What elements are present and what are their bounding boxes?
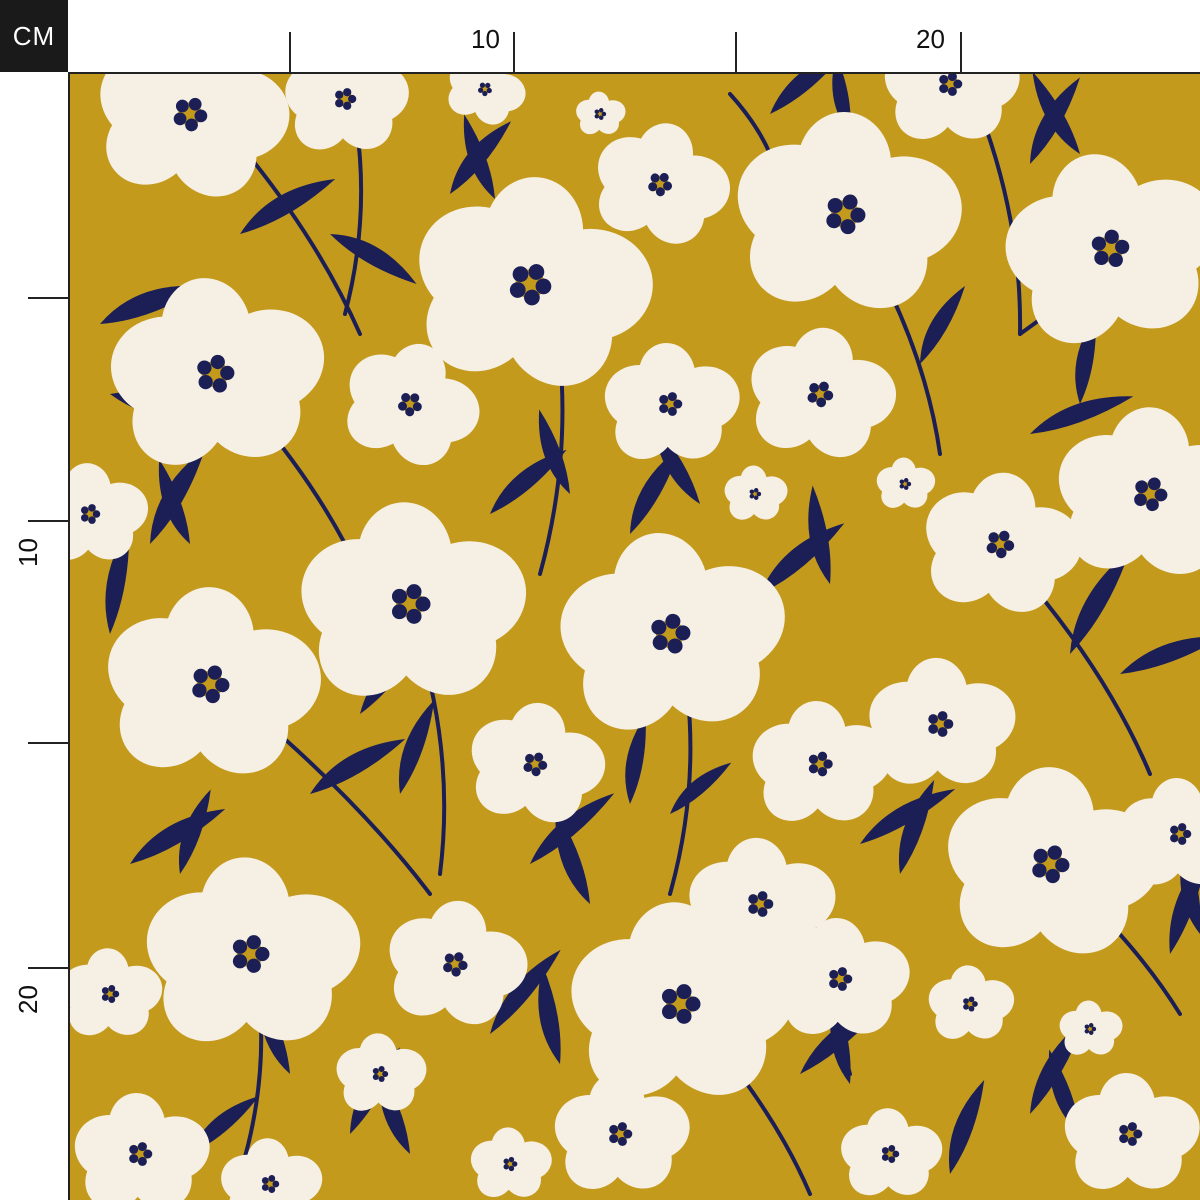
- unit-label: CM: [0, 0, 68, 72]
- left-ruler-tick: [28, 742, 68, 744]
- top-ruler-tick: [735, 32, 737, 72]
- left-ruler-label-20: 20: [12, 985, 43, 1014]
- left-ruler-tick: [28, 967, 68, 969]
- top-ruler-tick: [289, 32, 291, 72]
- left-ruler-label-10: 10: [12, 538, 43, 567]
- top-ruler-tick: [960, 32, 962, 72]
- floral-pattern: [70, 74, 1200, 1200]
- top-ruler-tick: [513, 32, 515, 72]
- top-ruler-label-10: 10: [471, 24, 500, 54]
- fabric-swatch: [70, 74, 1200, 1200]
- top-ruler-label-20: 20: [916, 24, 945, 54]
- top-ruler: 10 20: [68, 0, 1200, 74]
- left-ruler: 10 20: [0, 72, 70, 1200]
- left-ruler-tick: [28, 520, 68, 522]
- left-ruler-tick: [28, 297, 68, 299]
